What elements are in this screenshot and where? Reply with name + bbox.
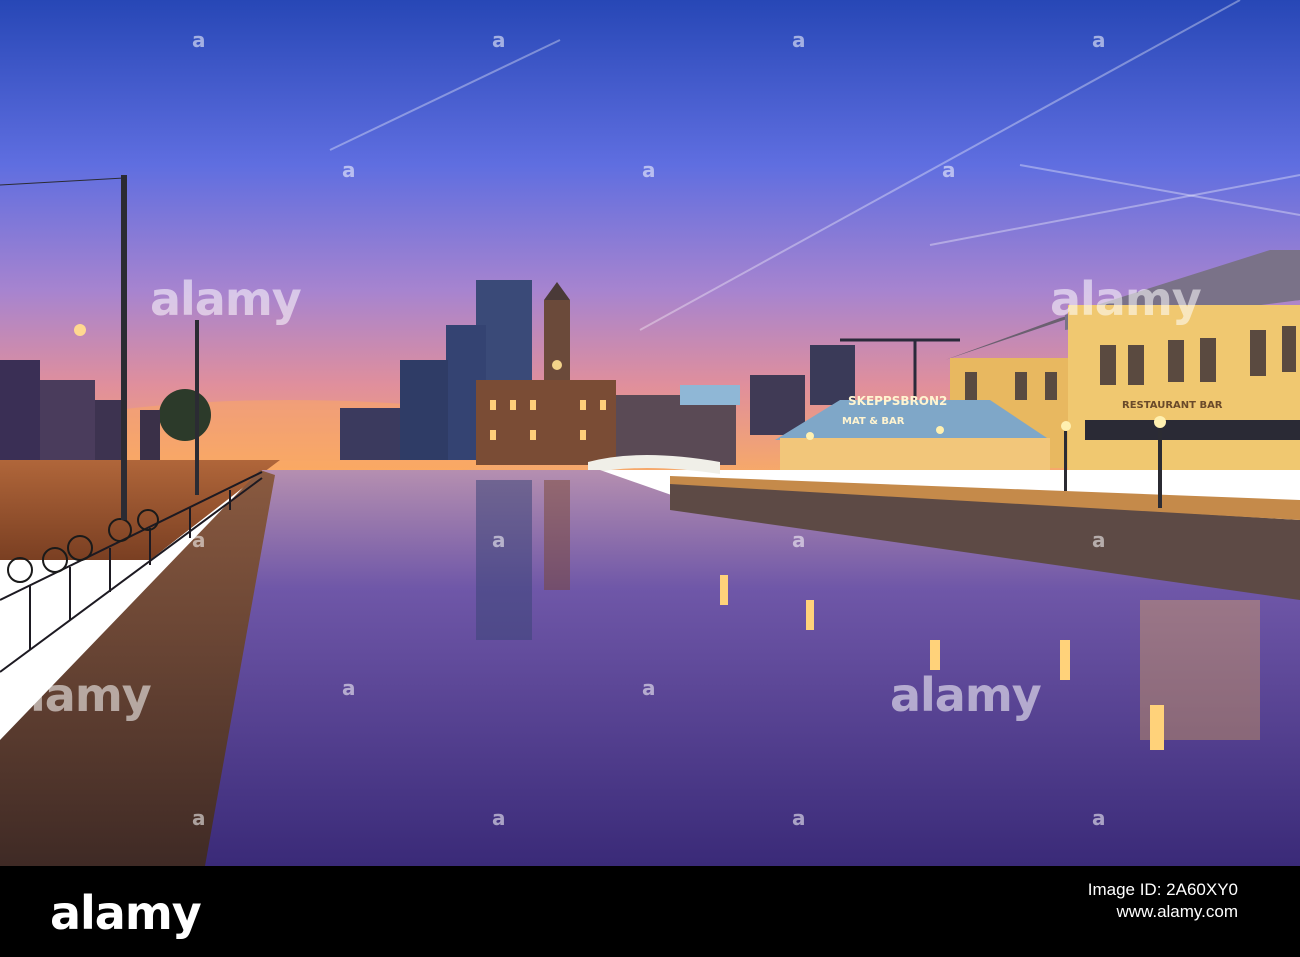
alamy-logo: alamy (50, 886, 202, 940)
footer-strip: alamy Image ID: 2A60XY0 www.alamy.com (0, 866, 1300, 957)
stock-photo-frame: RESTAURANT BAR SKEPPSBRON2 MAT & BAR a a… (0, 0, 1300, 957)
facade-sign: RESTAURANT BAR (1122, 400, 1223, 411)
image-id: Image ID: 2A60XY0 (1087, 880, 1238, 899)
skeppsbron-sign: SKEPPSBRON2 (848, 394, 947, 408)
image-info: Image ID: 2A60XY0 www.alamy.com (1088, 880, 1238, 922)
site-url: www.alamy.com (1116, 902, 1238, 921)
mat-bar-sign: MAT & BAR (842, 416, 905, 427)
canal-dusk-photo: RESTAURANT BAR SKEPPSBRON2 MAT & BAR (0, 0, 1300, 866)
